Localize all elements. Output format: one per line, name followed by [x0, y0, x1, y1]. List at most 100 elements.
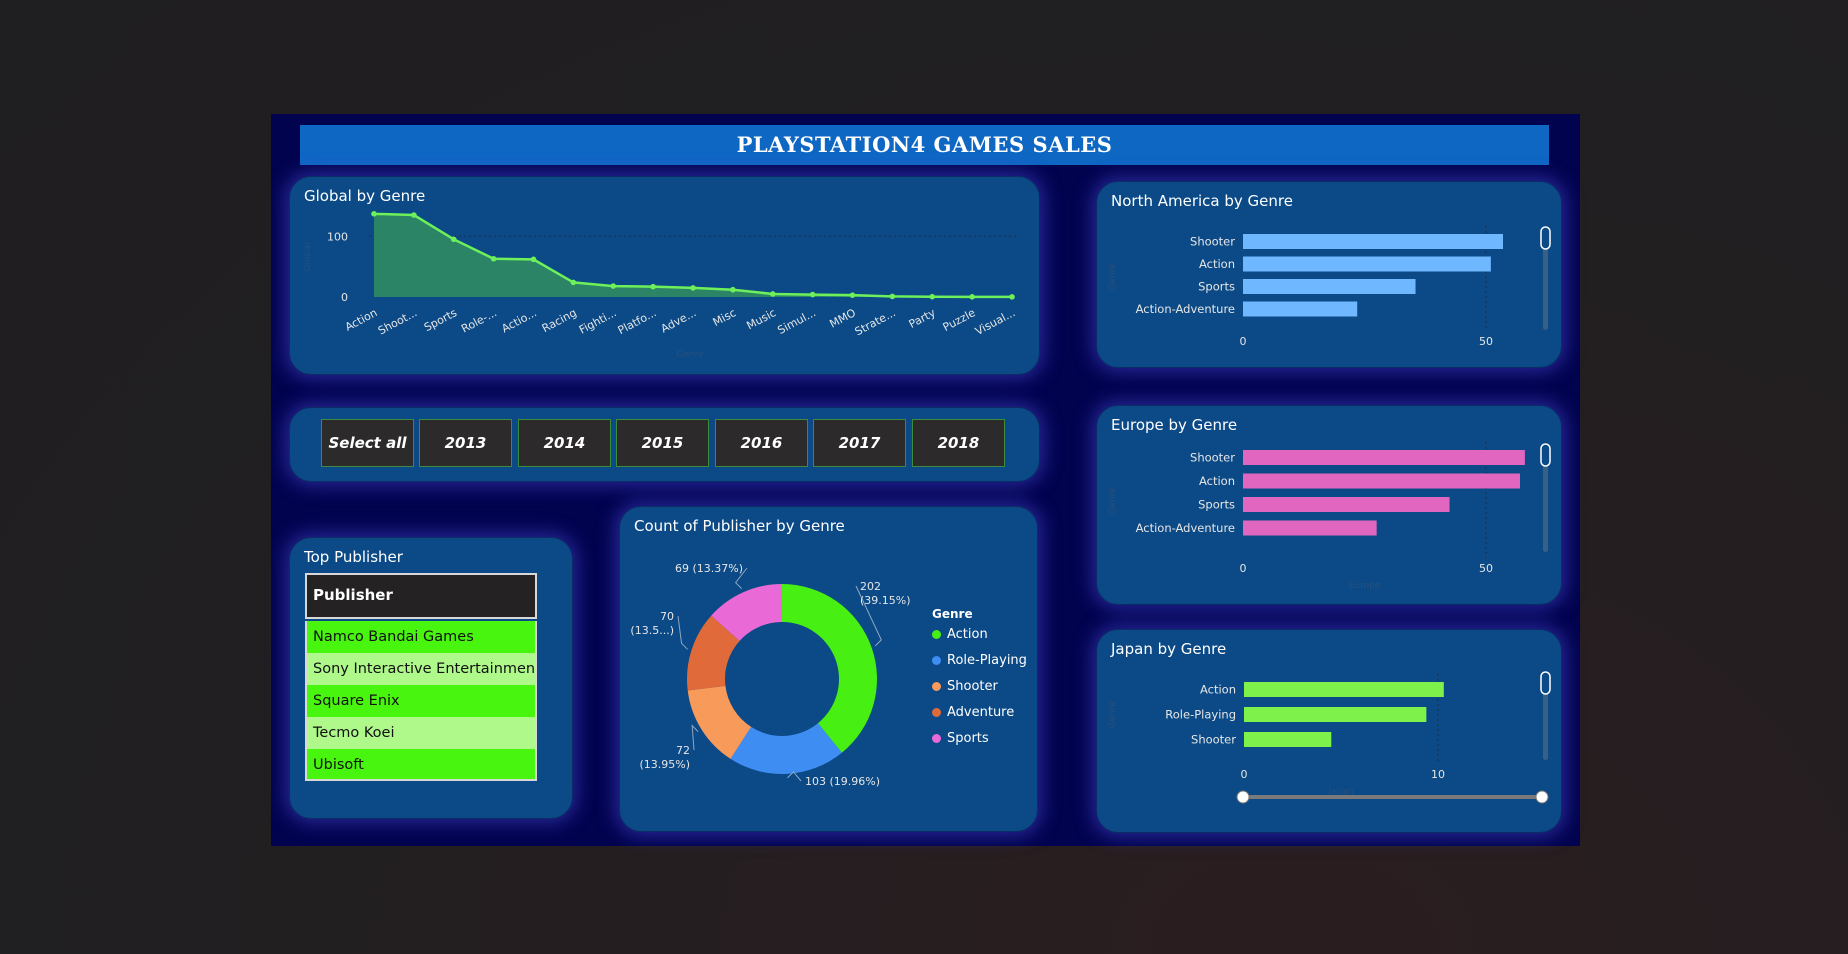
- category-label: Action: [1200, 683, 1236, 697]
- bar-action[interactable]: [1243, 256, 1491, 272]
- x-axis-title: Genre: [676, 350, 704, 360]
- bar-action[interactable]: [1243, 473, 1521, 489]
- data-point-12[interactable]: [849, 292, 856, 298]
- legend-item-sports[interactable]: Sports: [932, 731, 989, 746]
- na-genre-panel: North America by Genre Shooter Action Spor…: [1096, 181, 1562, 368]
- publisher-table: Publisher Namco Bandai Games Sony Interac…: [305, 573, 537, 781]
- global-genre-panel[interactable]: Global by Genre Action Shoot... Sports Role…: [289, 176, 1040, 375]
- data-point-3[interactable]: [490, 255, 497, 262]
- data-point-16[interactable]: [1009, 294, 1015, 300]
- category-label: Shooter: [1191, 733, 1236, 747]
- top-publisher-panel: Top Publisher Publisher Namco Bandai Gam…: [289, 537, 573, 819]
- y-tick-label: 0: [341, 291, 348, 304]
- table-row[interactable]: Sony Interactive Entertainment: [305, 653, 537, 685]
- donut-slice-action[interactable]: [782, 584, 877, 753]
- bar-action-adventure[interactable]: [1243, 301, 1358, 317]
- leader-line: [677, 615, 688, 650]
- data-label: 202: [860, 580, 881, 593]
- x-tick-label: 50: [1479, 335, 1493, 348]
- data-point-13[interactable]: [889, 293, 896, 300]
- year-slicer-panel: Select all 2013 2014 2015 2016 2017 2018: [289, 407, 1040, 482]
- x-tick-label: Puzzle: [941, 306, 978, 334]
- publisher-rows: Namco Bandai Games Sony Interactive Enter…: [305, 621, 537, 781]
- data-point-6[interactable]: [610, 283, 617, 289]
- publisher-genre-donut-panel: Count of Publisher by Genre 202 (39.15%) 1…: [619, 506, 1038, 832]
- table-row[interactable]: Tecmo Koei: [305, 717, 537, 749]
- scrollbar-thumb[interactable]: [1540, 443, 1551, 467]
- category-label: Action: [1199, 474, 1235, 488]
- data-point-7[interactable]: [650, 283, 656, 290]
- table-row[interactable]: Square Enix: [305, 685, 537, 717]
- legend-dot-icon: [932, 630, 941, 639]
- area-fill: [374, 213, 1012, 297]
- data-point-0[interactable]: [371, 211, 377, 217]
- legend-label: Adventure: [947, 705, 1015, 720]
- bar-shooter[interactable]: [1244, 732, 1332, 747]
- data-point-2[interactable]: [450, 236, 457, 243]
- leader-line: [691, 724, 699, 751]
- range-slider-min-handle[interactable]: [1236, 790, 1250, 804]
- data-point-8[interactable]: [690, 285, 696, 291]
- legend-dot-icon: [932, 708, 941, 717]
- legend-item-action[interactable]: Action: [932, 627, 988, 642]
- data-point-4[interactable]: [530, 256, 537, 263]
- legend-label: Shooter: [947, 679, 998, 694]
- data-point-10[interactable]: [769, 291, 776, 297]
- data-label: 70: [660, 610, 674, 623]
- bar-shooter[interactable]: [1243, 450, 1525, 465]
- data-point-9[interactable]: [730, 286, 736, 293]
- slicer-year-2017[interactable]: 2017: [813, 419, 906, 467]
- x-tick-label: Party: [907, 306, 938, 331]
- category-label: Action-Adventure: [1136, 302, 1235, 316]
- range-slider-max-handle[interactable]: [1535, 790, 1549, 804]
- legend-dot-icon: [932, 734, 941, 743]
- bar-sports[interactable]: [1243, 497, 1450, 512]
- scrollbar-thumb[interactable]: [1540, 671, 1551, 695]
- publisher-table-title: Top Publisher: [304, 548, 403, 566]
- category-label: Shooter: [1190, 235, 1235, 249]
- legend-label: Sports: [947, 731, 989, 746]
- y-axis-title: Genre: [1108, 701, 1118, 729]
- y-tick-label: 100: [327, 230, 348, 243]
- slicer-year-2014[interactable]: 2014: [518, 419, 611, 467]
- legend-item-role-playing[interactable]: Role-Playing: [932, 653, 1027, 668]
- bar-shooter[interactable]: [1243, 234, 1504, 249]
- slicer-year-2018[interactable]: 2018: [912, 419, 1005, 467]
- na-bar-chart[interactable]: Shooter Action Sports Action-Adventure 0 50 Ge…: [1097, 182, 1561, 367]
- legend-item-adventure[interactable]: Adventure: [932, 705, 1014, 720]
- x-tick-label: Shoot...: [376, 306, 419, 337]
- data-point-15[interactable]: [969, 294, 975, 300]
- legend-dot-icon: [932, 656, 941, 665]
- table-row[interactable]: Ubisoft: [305, 749, 537, 781]
- data-point-11[interactable]: [809, 291, 816, 298]
- x-tick-label: Adve...: [659, 306, 699, 335]
- bar-role-playing[interactable]: [1244, 707, 1427, 722]
- page-title: PLAYSTATION4 GAMES SALES: [300, 125, 1549, 165]
- table-row[interactable]: Namco Bandai Games: [305, 621, 537, 653]
- data-point-5[interactable]: [570, 279, 577, 286]
- x-tick-label: Misc: [711, 306, 739, 329]
- x-tick-label: Strate...: [853, 306, 898, 338]
- slicer-year-2016[interactable]: 2016: [715, 419, 808, 467]
- bar-action[interactable]: [1244, 682, 1444, 697]
- bar-sports[interactable]: [1243, 279, 1416, 294]
- category-label: Action-Adventure: [1136, 521, 1235, 535]
- x-tick-label: Simul...: [775, 306, 818, 337]
- slicer-year-2013[interactable]: 2013: [419, 419, 512, 467]
- x-tick-label: Fighti...: [577, 306, 619, 336]
- x-tick-label: 0: [1240, 335, 1247, 348]
- eu-bar-chart[interactable]: Shooter Action Sports Action-Adventure 0 50 Ge…: [1097, 406, 1561, 604]
- slicer-select-all[interactable]: Select all: [321, 419, 414, 467]
- data-point-14[interactable]: [929, 293, 936, 300]
- slicer-year-2015[interactable]: 2015: [616, 419, 709, 467]
- x-tick-label: 50: [1479, 562, 1493, 575]
- scrollbar-thumb[interactable]: [1540, 226, 1551, 250]
- global-area-chart[interactable]: ActionShoot... Sports Role-... Actio... Raci…: [290, 177, 1039, 374]
- publisher-column-header[interactable]: Publisher: [305, 573, 537, 619]
- bar-action-adventure[interactable]: [1243, 520, 1377, 536]
- jp-bar-chart[interactable]: ActionRole-PlayingShooter0 10GenreJapan: [1097, 630, 1561, 832]
- data-point-1[interactable]: [411, 212, 417, 218]
- donut-legend: Genre Action Role-Playing Shooter Adventure…: [932, 607, 1032, 747]
- x-tick-label: 0: [1240, 562, 1247, 575]
- legend-item-shooter[interactable]: Shooter: [932, 679, 998, 694]
